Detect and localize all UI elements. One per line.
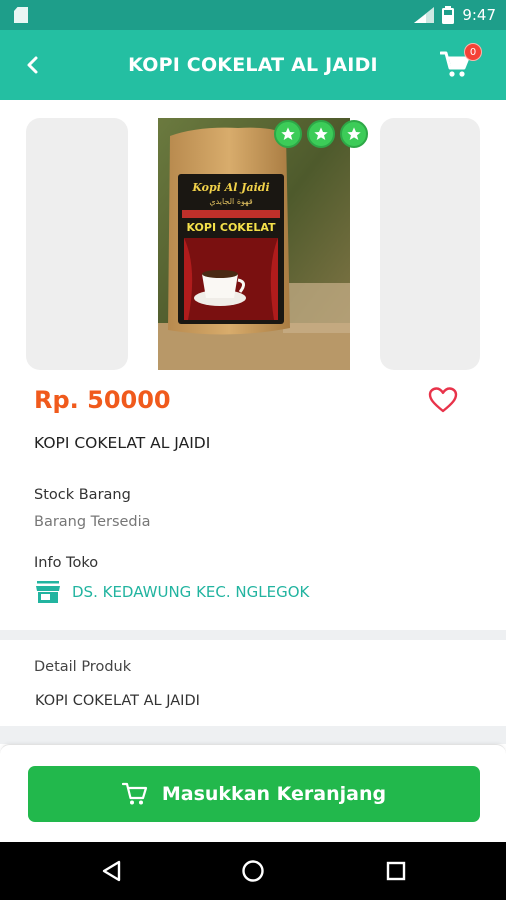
svg-text:ﻗﻬﻮﺓ ﺍﻟﺠﺎﻳﺪﻱ: ﻗﻬﻮﺓ ﺍﻟﺠﺎﻳﺪﻱ [209,197,253,206]
carousel-prev-slide[interactable] [26,118,128,370]
cart-button[interactable]: 0 [439,43,482,82]
nav-recents-button[interactable] [380,855,412,887]
carousel-next-slide[interactable] [380,118,480,370]
sd-card-icon [14,7,28,23]
triangle-back-icon [102,860,121,882]
stock-label: Stock Barang [34,487,131,503]
store-info-label: Info Toko [34,555,99,571]
cart-count-badge: 0 [464,43,482,61]
store-icon [36,581,60,603]
image-label-1: Kopi Al Jaidi [191,181,269,194]
detail-text: KOPI COKELAT AL JAIDI [35,693,200,709]
status-bar: 9:47 [0,0,506,30]
star-icon [340,120,368,148]
product-name: KOPI COKELAT AL JAIDI [34,434,211,452]
chevron-left-icon [27,56,38,74]
page-title: KOPI COKELAT AL JAIDI [128,54,378,76]
image-label-2: KOPI COKELAT [187,221,276,234]
cart-icon [121,782,147,805]
nav-home-button[interactable] [237,855,269,887]
product-image-carousel[interactable]: Kopi Al Jaidi ﻗﻬﻮﺓ ﺍﻟﺠﺎﻳﺪﻱ KOPI COKELAT [0,116,506,370]
stock-value: Barang Tersedia [34,514,151,530]
product-image[interactable]: Kopi Al Jaidi ﻗﻬﻮﺓ ﺍﻟﺠﺎﻳﺪﻱ KOPI COKELAT [158,118,350,370]
app-bar: KOPI COKELAT AL JAIDI 0 [0,30,506,100]
section-divider [0,726,506,744]
nav-back-button[interactable] [96,855,128,887]
product-price: Rp. 50000 [34,386,171,414]
heart-icon [428,387,458,413]
circle-home-icon [242,860,264,882]
store-name[interactable]: DS. KEDAWUNG KEC. NGLEGOK [72,583,309,601]
add-to-cart-label: Masukkan Keranjang [161,783,387,805]
add-to-cart-button[interactable]: Masukkan Keranjang [28,766,480,822]
square-recents-icon [386,861,406,881]
section-divider [0,630,506,640]
detail-label: Detail Produk [34,659,132,675]
rating-stars [274,120,368,148]
back-button[interactable] [16,49,50,81]
status-time: 9:47 [462,6,496,24]
star-icon [274,120,302,148]
status-icons: 9:47 [414,0,496,30]
star-icon [307,120,335,148]
favorite-button[interactable] [428,386,460,416]
signal-icon [414,7,435,23]
store-link[interactable]: DS. KEDAWUNG KEC. NGLEGOK [36,581,309,603]
battery-icon [442,6,455,24]
system-nav-bar [0,842,506,900]
